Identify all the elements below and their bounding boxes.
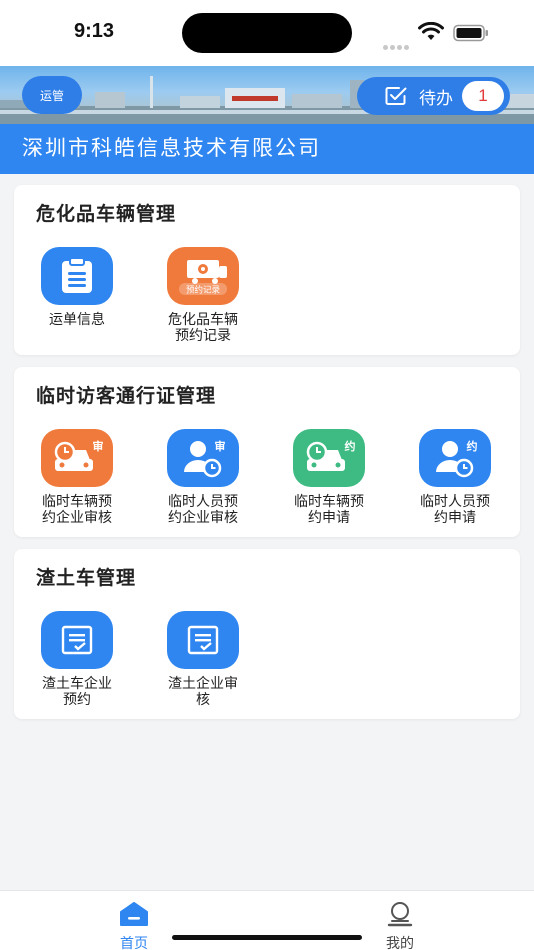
svg-text:约: 约 bbox=[467, 439, 478, 453]
section-title: 渣土车管理 bbox=[36, 567, 137, 589]
tab-home[interactable]: 首页 bbox=[104, 901, 164, 950]
todo-button[interactable]: 待办 1 bbox=[357, 77, 510, 115]
tile-label: 危化品车辆 预约记录 bbox=[168, 312, 238, 344]
tile-temp-person-audit[interactable]: 审 临时人员预 约企业审核 bbox=[148, 429, 258, 526]
section-visitor-pass: 临时访客通行证管理 审 临时车辆预 约企业审核 审 临时人员预 约企业审核 约 … bbox=[14, 367, 520, 537]
tile-label: 渣土企业审 核 bbox=[168, 676, 238, 708]
section-title: 临时访客通行证管理 bbox=[36, 385, 217, 407]
svg-text:审: 审 bbox=[93, 439, 104, 453]
status-time: 9:13 bbox=[74, 20, 115, 42]
person-clock-icon: 约 bbox=[419, 429, 491, 487]
home-indicator bbox=[172, 935, 362, 940]
hazmat-truck-icon: 预约记录 bbox=[167, 247, 239, 305]
tile-temp-person-apply[interactable]: 约 临时人员预 约申请 bbox=[400, 429, 510, 526]
svg-text:审: 审 bbox=[215, 439, 226, 453]
tile-label: 渣土车企业 预约 bbox=[42, 676, 112, 708]
tab-label: 首页 bbox=[120, 936, 148, 950]
checkbox-icon bbox=[385, 87, 407, 105]
tab-mine[interactable]: 我的 bbox=[370, 901, 430, 950]
dynamic-island bbox=[182, 13, 352, 53]
home-icon bbox=[120, 902, 148, 926]
status-bar: 9:13 bbox=[0, 0, 534, 66]
car-clock-icon: 审 bbox=[41, 429, 113, 487]
todo-label: 待办 bbox=[419, 88, 453, 109]
tile-label: 临时人员预 约申请 bbox=[420, 494, 490, 526]
bottom-tab-bar: 首页 我的 bbox=[0, 890, 534, 950]
svg-text:约: 约 bbox=[345, 439, 356, 453]
document-list-icon bbox=[41, 247, 113, 305]
tab-label: 我的 bbox=[386, 936, 414, 950]
tile-label: 临时人员预 约企业审核 bbox=[168, 494, 238, 526]
form-check-icon bbox=[167, 611, 239, 669]
tile-temp-vehicle-audit[interactable]: 审 临时车辆预 约企业审核 bbox=[22, 429, 132, 526]
tile-temp-vehicle-apply[interactable]: 约 临时车辆预 约申请 bbox=[274, 429, 384, 526]
tile-label: 运单信息 bbox=[49, 312, 105, 328]
todo-count-badge: 1 bbox=[462, 81, 504, 111]
person-clock-icon: 审 bbox=[167, 429, 239, 487]
section-muck-truck: 渣土车管理 渣土车企业 预约 渣土企业审 核 bbox=[14, 549, 520, 719]
section-hazmat-vehicle: 危化品车辆管理 运单信息 预约记录 危化品车辆 预约记录 bbox=[14, 185, 520, 355]
signal-dots-icon bbox=[383, 35, 411, 50]
company-name: 深圳市科皓信息技术有限公司 bbox=[0, 124, 534, 174]
tile-muck-truck-reservation[interactable]: 渣土车企业 预约 bbox=[22, 611, 132, 708]
tile-label: 临时车辆预 约申请 bbox=[294, 494, 364, 526]
tile-muck-enterprise-audit[interactable]: 渣土企业审 核 bbox=[148, 611, 258, 708]
role-badge[interactable]: 运管 bbox=[22, 76, 82, 114]
car-clock-icon: 约 bbox=[293, 429, 365, 487]
form-check-icon bbox=[41, 611, 113, 669]
wifi-icon bbox=[418, 22, 444, 40]
section-title: 危化品车辆管理 bbox=[36, 203, 177, 225]
tile-label: 临时车辆预 约企业审核 bbox=[42, 494, 112, 526]
battery-icon bbox=[453, 24, 488, 42]
svg-text:预约记录: 预约记录 bbox=[186, 285, 221, 296]
user-icon bbox=[387, 902, 413, 927]
tile-hazmat-reservation-records[interactable]: 预约记录 危化品车辆 预约记录 bbox=[148, 247, 258, 344]
tile-waybill-info[interactable]: 运单信息 bbox=[22, 247, 132, 328]
